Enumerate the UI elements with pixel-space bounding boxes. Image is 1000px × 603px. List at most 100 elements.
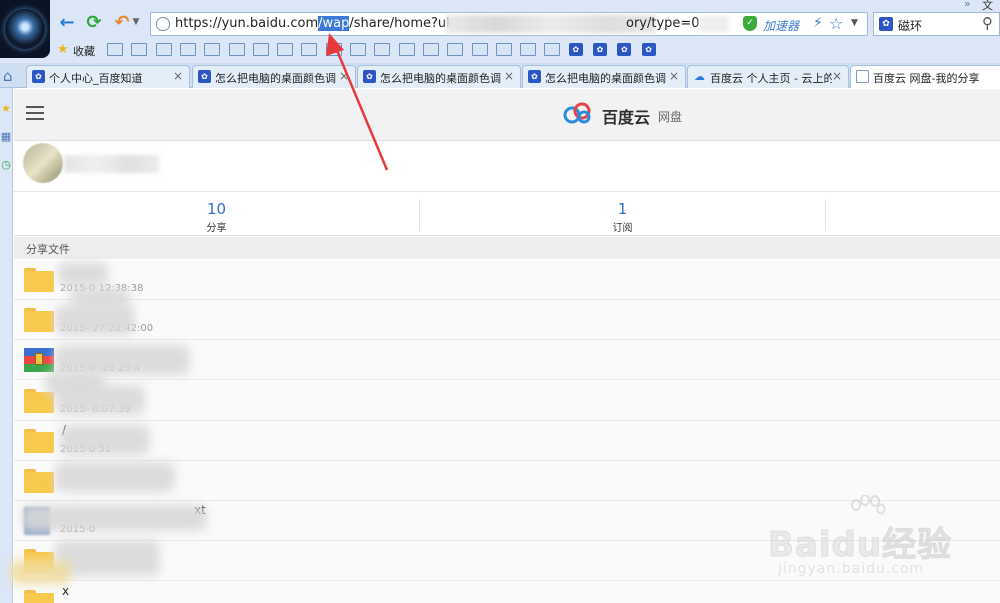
double-chevron-icon[interactable]: » xyxy=(964,0,971,10)
section-header: 分享文件 xyxy=(14,237,1000,259)
folder-icon[interactable] xyxy=(350,43,366,56)
baidu-paw-icon: ✿ xyxy=(198,70,211,83)
folder-icon[interactable] xyxy=(447,43,464,56)
folder-icon[interactable] xyxy=(325,43,342,56)
stat-subscriptions-value: 1 xyxy=(617,200,628,218)
folder-icon[interactable] xyxy=(204,43,221,56)
url-tail: ory/type=0 xyxy=(626,16,700,31)
avatar[interactable] xyxy=(23,143,63,183)
browser-sidebar: ★ ▦ ◷ xyxy=(0,88,13,603)
list-item[interactable]: 2015- 27 23:42:00 xyxy=(14,300,1000,341)
folder-icon[interactable] xyxy=(374,43,391,56)
close-icon[interactable]: × xyxy=(339,69,349,83)
baidu-paw-icon[interactable]: ✿ xyxy=(568,43,583,56)
stat-subscriptions[interactable]: 1 订阅 xyxy=(420,192,825,236)
folder-icon[interactable] xyxy=(544,43,561,56)
refresh-icon[interactable]: ⟳ xyxy=(82,10,106,34)
list-item[interactable]: 2015-0 12:38:38 xyxy=(14,260,1000,300)
folder-icon[interactable] xyxy=(398,43,415,56)
logo-title: 百度云 xyxy=(602,108,651,127)
folder-icon[interactable] xyxy=(228,43,245,56)
folder-icon[interactable] xyxy=(301,43,318,56)
baidu-paw-icon[interactable]: ✿ xyxy=(593,43,607,56)
user-avatar-image xyxy=(5,9,45,49)
folder-icon[interactable] xyxy=(277,43,294,56)
stat-shares-value: 10 xyxy=(206,200,227,218)
folder-icon[interactable] xyxy=(471,43,488,56)
redaction-blur xyxy=(55,540,160,576)
folder-icon[interactable] xyxy=(155,43,172,56)
favorites-star-icon: ★ xyxy=(57,42,69,57)
watermark-main-text: Baidu经验 xyxy=(767,525,953,566)
top-right-label[interactable]: 文 xyxy=(982,0,993,13)
accelerator-shield-icon[interactable]: ✓ xyxy=(743,16,757,31)
baidu-paw-icon[interactable]: ✿ xyxy=(879,17,893,31)
baidu-paw-icon[interactable]: ✿ xyxy=(641,43,656,56)
url-dropdown-icon[interactable]: ▼ xyxy=(851,18,858,28)
file-name[interactable]: x xyxy=(62,584,69,598)
close-icon[interactable]: × xyxy=(832,69,842,83)
tab-label: 个人中心_百度知道 xyxy=(49,72,143,85)
url-selected-segment: /wap xyxy=(318,16,350,31)
browser-tab[interactable]: ✿ 怎么把电脑的桌面颜色调 × xyxy=(192,65,356,88)
document-icon xyxy=(856,70,869,83)
folder-icon xyxy=(24,469,54,493)
redaction-blur xyxy=(55,305,135,335)
accelerator-label[interactable]: 加速器 xyxy=(763,17,799,34)
search-icon[interactable]: ⚲ xyxy=(982,14,993,32)
close-icon[interactable]: × xyxy=(504,69,514,83)
bookmark-star-icon[interactable]: ☆ xyxy=(829,14,843,33)
close-icon[interactable]: × xyxy=(669,69,679,83)
site-shield-icon xyxy=(156,17,170,31)
redaction-blur xyxy=(58,262,108,286)
browser-chrome: ← ⟳ ↶ ▼ https://yun.baidu.com/wap/share/… xyxy=(0,0,1000,88)
app-header: 百度云 网盘 xyxy=(14,89,1000,141)
browser-tab[interactable]: ✿ 怎么把电脑的桌面颜色调 × xyxy=(357,65,521,88)
lightning-icon[interactable]: ⚡︎ xyxy=(813,15,823,31)
stat-shares[interactable]: 10 分享 xyxy=(14,192,419,236)
folder-icon[interactable] xyxy=(252,43,269,56)
folder-icon xyxy=(24,428,54,453)
tab-label: 怎么把电脑的桌面颜色调 xyxy=(545,72,666,85)
tab-label: 百度云 网盘-我的分享 xyxy=(873,72,980,85)
browser-tab[interactable]: 百度云 网盘-我的分享 xyxy=(850,65,1000,88)
archive-icon xyxy=(24,348,54,373)
hamburger-menu-icon[interactable] xyxy=(26,106,44,120)
browser-tab[interactable]: ☁ 百度云 个人主页 - 云上的 × xyxy=(687,65,849,88)
redaction-blur xyxy=(55,345,190,375)
sidebar-list-icon[interactable]: ▦ xyxy=(0,130,12,143)
home-icon[interactable]: ⌂ xyxy=(3,67,13,85)
redaction-blur xyxy=(55,462,175,492)
folder-icon[interactable] xyxy=(107,43,123,56)
folder-icon[interactable] xyxy=(131,43,148,56)
stat-shares-label: 分享 xyxy=(206,223,227,234)
tab-strip: ⌂ ✿ 个人中心_百度知道 × ✿ 怎么把电脑的桌面颜色调 × ✿ 怎么把电脑的桌面颜色调 × ✿… xyxy=(0,63,1000,88)
sidebar-clock-icon[interactable]: ◷ xyxy=(0,158,12,171)
sidebar-star-icon[interactable]: ★ xyxy=(0,102,12,115)
list-item[interactable]: /2015-0 51 xyxy=(14,420,1000,461)
folder-icon xyxy=(24,268,54,292)
back-arrow-icon[interactable]: ← xyxy=(55,10,79,34)
history-dropdown-icon[interactable]: ▼ xyxy=(130,10,142,34)
url-text[interactable]: https://yun.baidu.com/wap/share/home?uk= xyxy=(175,16,465,31)
tab-label: 怎么把电脑的桌面颜色调 xyxy=(380,72,501,85)
folder-icon[interactable] xyxy=(520,43,537,56)
close-icon[interactable]: × xyxy=(173,69,183,83)
list-item[interactable]: 2015- 6:07:39 xyxy=(14,380,1000,421)
browser-user-avatar[interactable] xyxy=(0,0,50,58)
url-redacted-blur xyxy=(446,15,656,33)
search-box[interactable]: ✿ 磁环 ⚲ xyxy=(873,12,1000,36)
folder-icon[interactable] xyxy=(495,43,512,56)
favorites-label[interactable]: 收藏 xyxy=(73,43,95,59)
folder-icon xyxy=(24,589,54,603)
search-input-text[interactable]: 磁环 xyxy=(898,17,922,34)
folder-icon[interactable] xyxy=(179,43,196,56)
browser-tab[interactable]: ✿ 个人中心_百度知道 × xyxy=(26,65,190,88)
baidu-paw-icon[interactable]: ✿ xyxy=(617,43,632,56)
browser-tab[interactable]: ✿ 怎么把电脑的桌面颜色调 × xyxy=(522,65,686,88)
baidu-paw-icon: ✿ xyxy=(528,70,541,83)
folder-icon[interactable] xyxy=(422,43,439,56)
profile-name-redacted xyxy=(64,155,159,173)
section-title: 分享文件 xyxy=(26,243,70,256)
address-bar[interactable]: https://yun.baidu.com/wap/share/home?uk=… xyxy=(150,12,868,36)
